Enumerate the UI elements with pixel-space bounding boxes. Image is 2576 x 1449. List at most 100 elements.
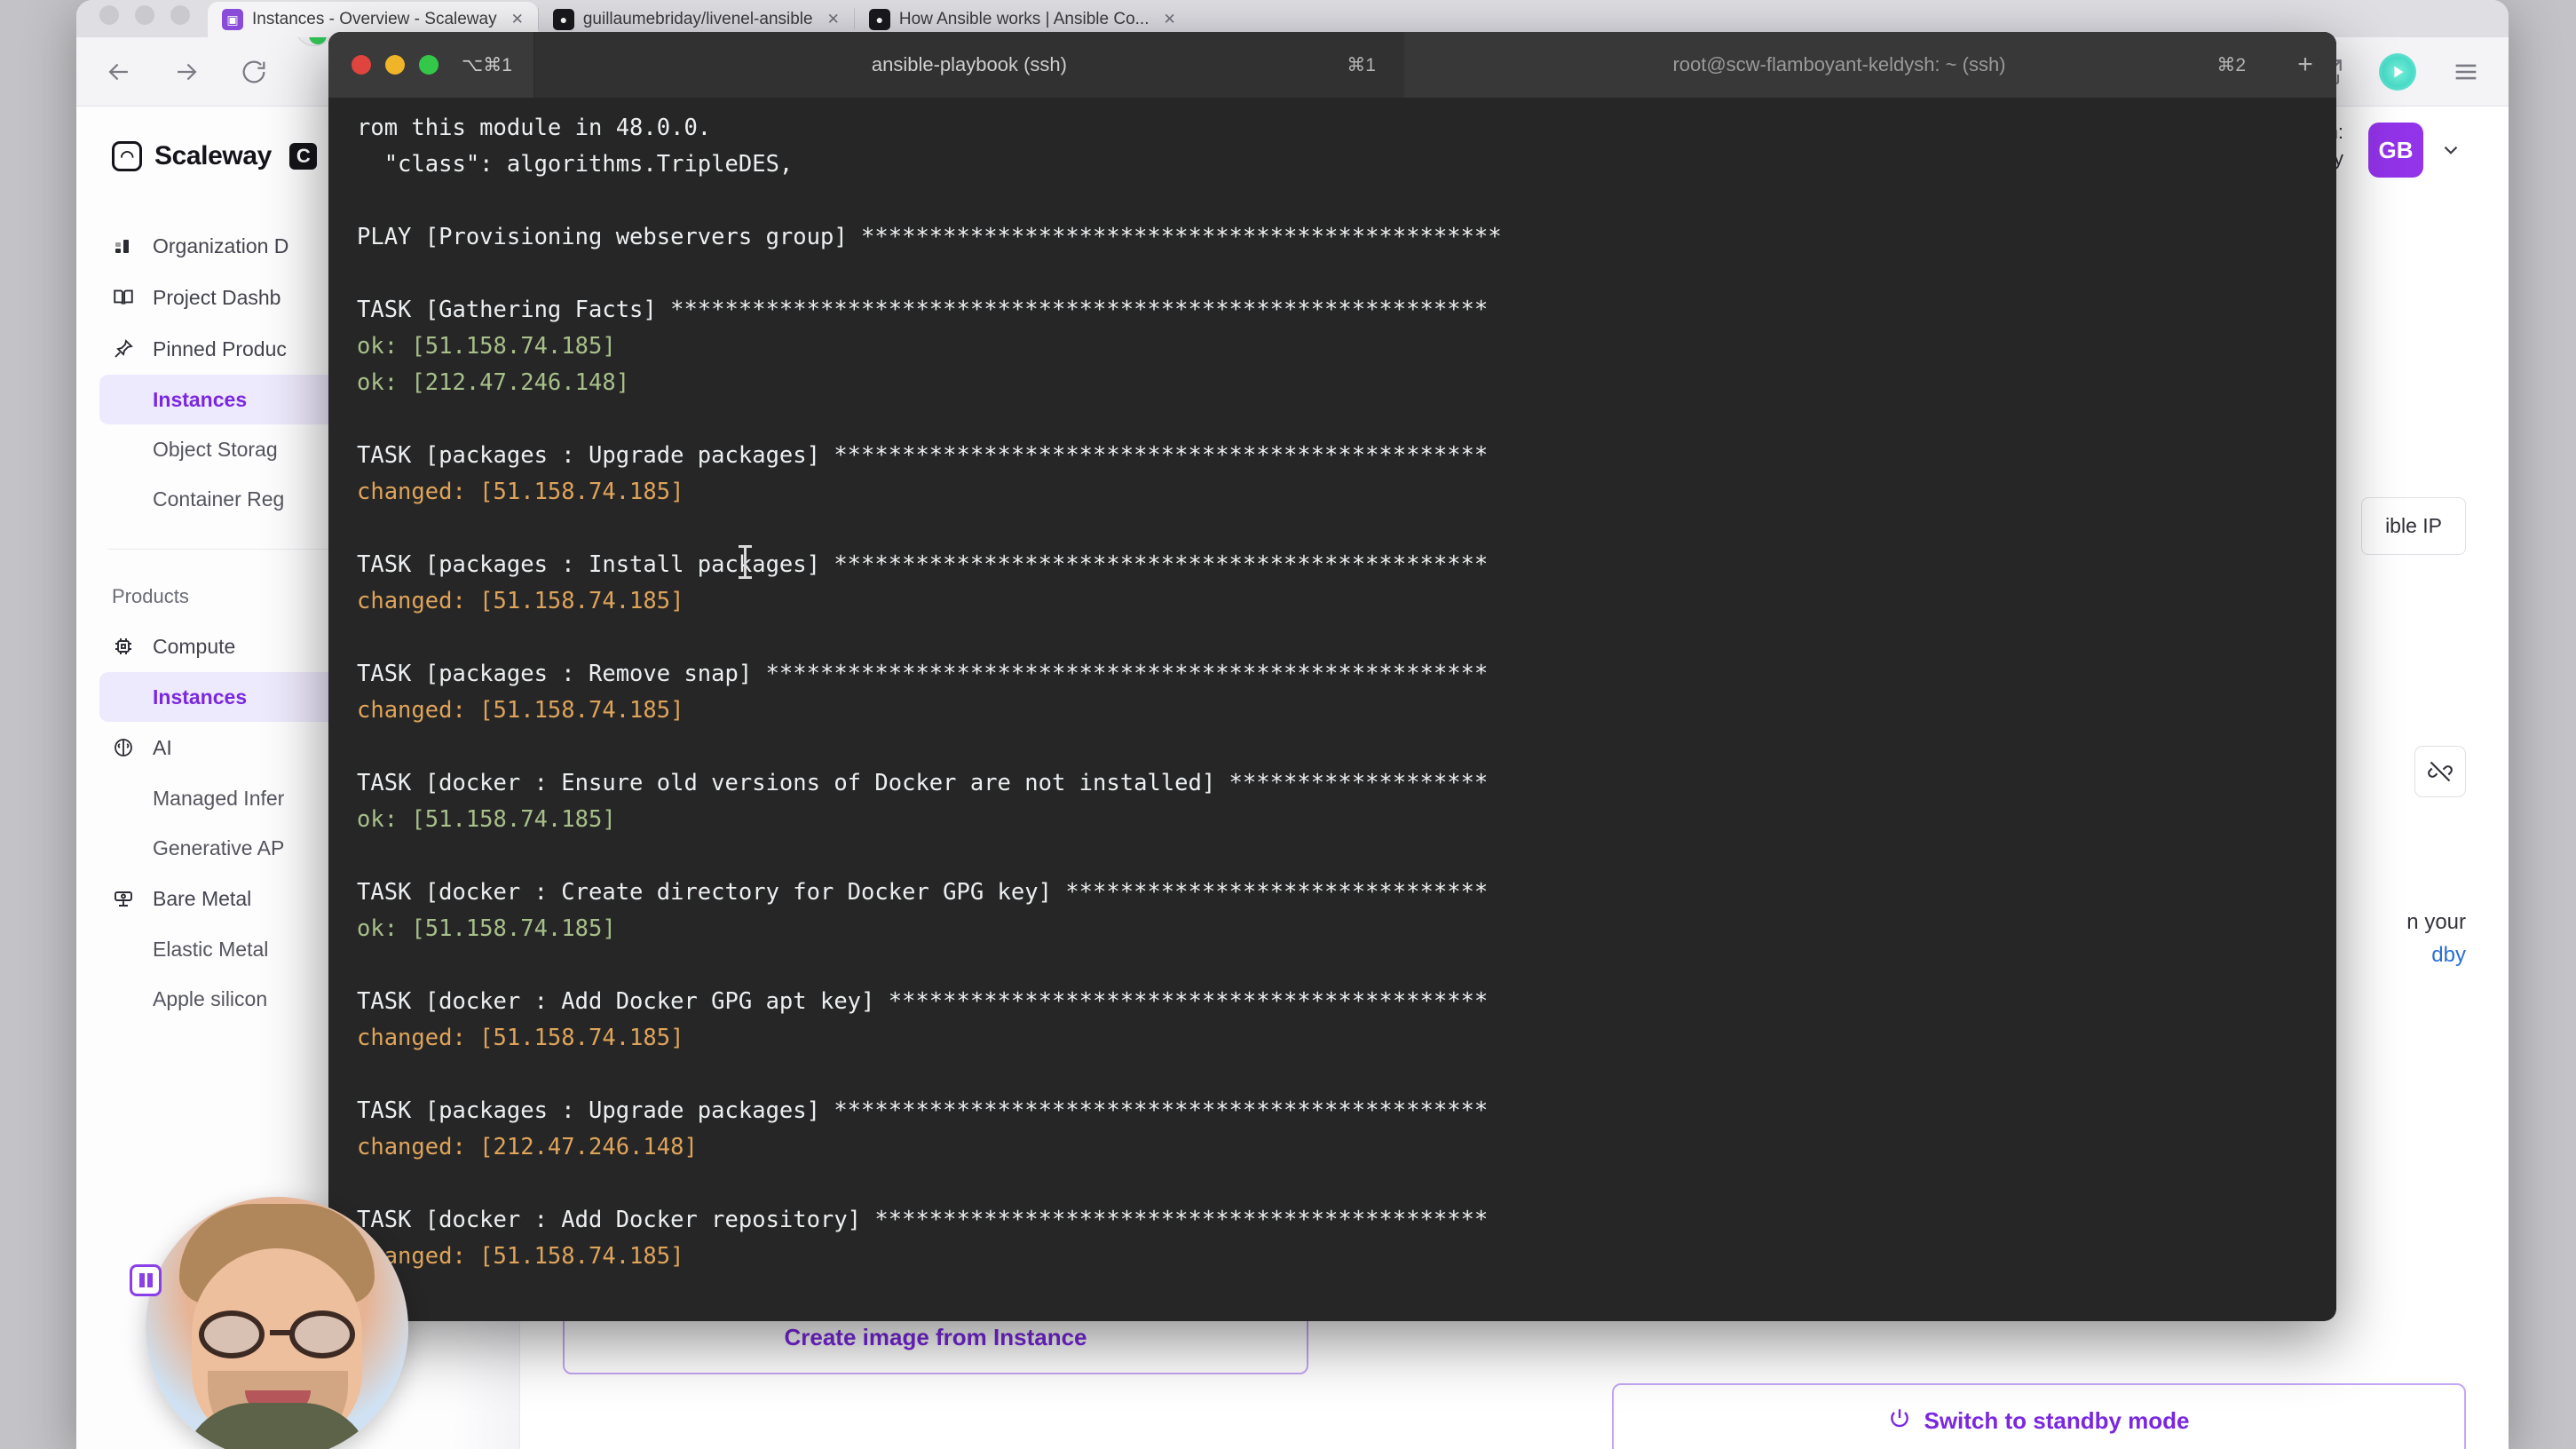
desktop-background: 🔇 ▣ Instances - Overview - Scaleway ✕ ● … bbox=[0, 0, 2576, 1449]
close-icon[interactable]: ✕ bbox=[511, 11, 524, 28]
terminal-line: TASK [docker : Add Docker GPG apt key] *… bbox=[357, 984, 2310, 1020]
minimize-window-button[interactable] bbox=[135, 5, 154, 25]
terminal-tab-ansible-playbook[interactable]: ansible-playbook (ssh) ⌘1 bbox=[534, 32, 1404, 98]
sidebar-item-label: Generative AP bbox=[153, 836, 284, 860]
server-icon bbox=[112, 888, 135, 909]
close-icon[interactable]: ✕ bbox=[827, 11, 840, 28]
terminal-tab-bar: ⌥⌘1 ansible-playbook (ssh) ⌘1 root@scw-f… bbox=[328, 32, 2336, 98]
sidebar-item-label: Project Dashb bbox=[153, 286, 281, 310]
terminal-line: TASK [packages : Upgrade packages] *****… bbox=[357, 1093, 2310, 1129]
terminal-line: changed: [51.158.74.185] bbox=[357, 1239, 2310, 1275]
pause-bar-left bbox=[139, 1273, 145, 1287]
text-cursor bbox=[744, 547, 747, 577]
terminal-line: changed: [212.47.246.148] bbox=[357, 1129, 2310, 1166]
sidebar-item-label: Organization D bbox=[153, 234, 288, 258]
browser-tab-title: guillaumebriday/livenel-ansible bbox=[583, 10, 813, 29]
close-icon[interactable]: ✕ bbox=[1163, 11, 1175, 28]
recording-pause-icon[interactable] bbox=[130, 1264, 162, 1296]
brain-icon bbox=[112, 737, 135, 758]
book-icon bbox=[112, 286, 135, 309]
switch-standby-label: Switch to standby mode bbox=[1924, 1407, 2189, 1435]
sidebar-item-label: Pinned Produc bbox=[153, 337, 287, 361]
terminal-line bbox=[357, 256, 2310, 292]
flexible-ip-button[interactable]: ible IP bbox=[2361, 497, 2466, 555]
reload-icon[interactable] bbox=[236, 54, 272, 90]
terminal-line bbox=[357, 1057, 2310, 1093]
terminal-close-button[interactable] bbox=[352, 55, 371, 75]
terminal-line: ok: [51.158.74.185] bbox=[357, 329, 2310, 365]
switch-standby-button[interactable]: Switch to standby mode bbox=[1612, 1383, 2466, 1449]
terminal-line bbox=[357, 401, 2310, 438]
window-traffic-lights[interactable] bbox=[85, 5, 208, 37]
maximize-window-button[interactable] bbox=[170, 5, 190, 25]
webcam-lens-left bbox=[199, 1310, 265, 1358]
sidebar-item-label: Elastic Metal bbox=[153, 938, 268, 962]
pause-bar-right bbox=[147, 1273, 153, 1287]
terminal-line: changed: [51.158.74.185] bbox=[357, 1020, 2310, 1057]
play-extension-icon[interactable] bbox=[2379, 53, 2416, 91]
standby-text-fragment-2[interactable]: dby bbox=[2431, 943, 2466, 967]
terminal-line bbox=[357, 1166, 2310, 1202]
sidebar-item-label: Apple silicon bbox=[153, 987, 267, 1011]
terminal-line bbox=[357, 729, 2310, 765]
sidebar-item-label: Compute bbox=[153, 635, 235, 659]
terminal-line: rom this module in 48.0.0. bbox=[357, 110, 2310, 146]
terminal-line: TASK [docker : Create directory for Dock… bbox=[357, 875, 2310, 911]
plus-icon[interactable]: + bbox=[2274, 32, 2336, 98]
terminal-line bbox=[357, 947, 2310, 984]
terminal-line: TASK [docker : Add Docker repository] **… bbox=[357, 1202, 2310, 1239]
terminal-line: "class": algorithms.TripleDES, bbox=[357, 146, 2310, 183]
scaleway-icon: ▣ bbox=[222, 9, 243, 30]
terminal-minimize-button[interactable] bbox=[385, 55, 405, 75]
webcam-lens-right bbox=[289, 1310, 355, 1358]
sidebar-item-label: Instances bbox=[153, 388, 247, 412]
terminal-line: ok: [51.158.74.185] bbox=[357, 911, 2310, 947]
terminal-line: TASK [Gathering Facts] *****************… bbox=[357, 292, 2310, 329]
terminal-line: changed: [51.158.74.185] bbox=[357, 474, 2310, 511]
forward-arrow-icon[interactable] bbox=[169, 54, 204, 90]
terminal-line: PLAY [Provisioning webservers group] ***… bbox=[357, 219, 2310, 256]
back-arrow-icon[interactable] bbox=[101, 54, 137, 90]
pin-icon bbox=[112, 338, 135, 360]
terminal-window: ⌥⌘1 ansible-playbook (ssh) ⌘1 root@scw-f… bbox=[328, 32, 2336, 1321]
browser-tab-title: How Ansible works | Ansible Co... bbox=[899, 10, 1150, 29]
broken-link-icon[interactable] bbox=[2414, 746, 2466, 797]
terminal-maximize-button[interactable] bbox=[419, 55, 439, 75]
power-icon bbox=[1888, 1406, 1911, 1436]
scaleway-mark-icon: ◠ bbox=[112, 141, 142, 171]
terminal-tab-root-shell[interactable]: root@scw-flamboyant-keldysh: ~ (ssh) ⌘2 bbox=[1404, 32, 2274, 98]
brand-chip: C bbox=[289, 143, 318, 170]
terminal-line: ok: [212.47.246.148] bbox=[357, 365, 2310, 401]
sidebar-item-label: Bare Metal bbox=[153, 887, 251, 911]
terminal-tab-title: root@scw-flamboyant-keldysh: ~ (ssh) bbox=[1672, 53, 2005, 76]
terminal-traffic-lights[interactable]: ⌥⌘1 bbox=[328, 32, 534, 98]
sidebar-item-label: Container Reg bbox=[153, 487, 284, 511]
sidebar-item-label: AI bbox=[153, 736, 172, 760]
sidebar-item-label: Instances bbox=[153, 685, 247, 709]
standby-text-fragment-1: n your bbox=[2406, 910, 2466, 934]
terminal-window-shortcut: ⌥⌘1 bbox=[462, 54, 512, 76]
terminal-line: TASK [packages : Install packages] *****… bbox=[357, 547, 2310, 583]
webcam-glasses bbox=[195, 1310, 359, 1358]
presenter-webcam bbox=[146, 1197, 408, 1449]
terminal-line bbox=[357, 183, 2310, 219]
terminal-line bbox=[357, 511, 2310, 547]
terminal-tab-shortcut: ⌘1 bbox=[1347, 54, 1376, 76]
chip-icon bbox=[112, 636, 135, 657]
terminal-line: ok: [51.158.74.185] bbox=[357, 802, 2310, 838]
terminal-line: TASK [docker : Ensure old versions of Do… bbox=[357, 765, 2310, 802]
hamburger-menu-icon[interactable] bbox=[2448, 54, 2484, 90]
browser-tab-title: Instances - Overview - Scaleway bbox=[252, 10, 497, 29]
organization-icon bbox=[112, 235, 135, 257]
terminal-line: TASK [packages : Remove snap] **********… bbox=[357, 656, 2310, 693]
terminal-tab-shortcut: ⌘2 bbox=[2216, 54, 2246, 76]
terminal-line: changed: [51.158.74.185] bbox=[357, 693, 2310, 729]
terminal-line bbox=[357, 620, 2310, 656]
github-icon: ● bbox=[869, 9, 890, 30]
terminal-line bbox=[357, 838, 2310, 875]
terminal-output[interactable]: rom this module in 48.0.0. "class": algo… bbox=[328, 98, 2336, 1321]
terminal-line: changed: [51.158.74.185] bbox=[357, 583, 2310, 620]
close-window-button[interactable] bbox=[99, 5, 119, 25]
sidebar-item-label: Managed Infer bbox=[153, 787, 284, 811]
terminal-line: TASK [packages : Upgrade packages] *****… bbox=[357, 438, 2310, 474]
